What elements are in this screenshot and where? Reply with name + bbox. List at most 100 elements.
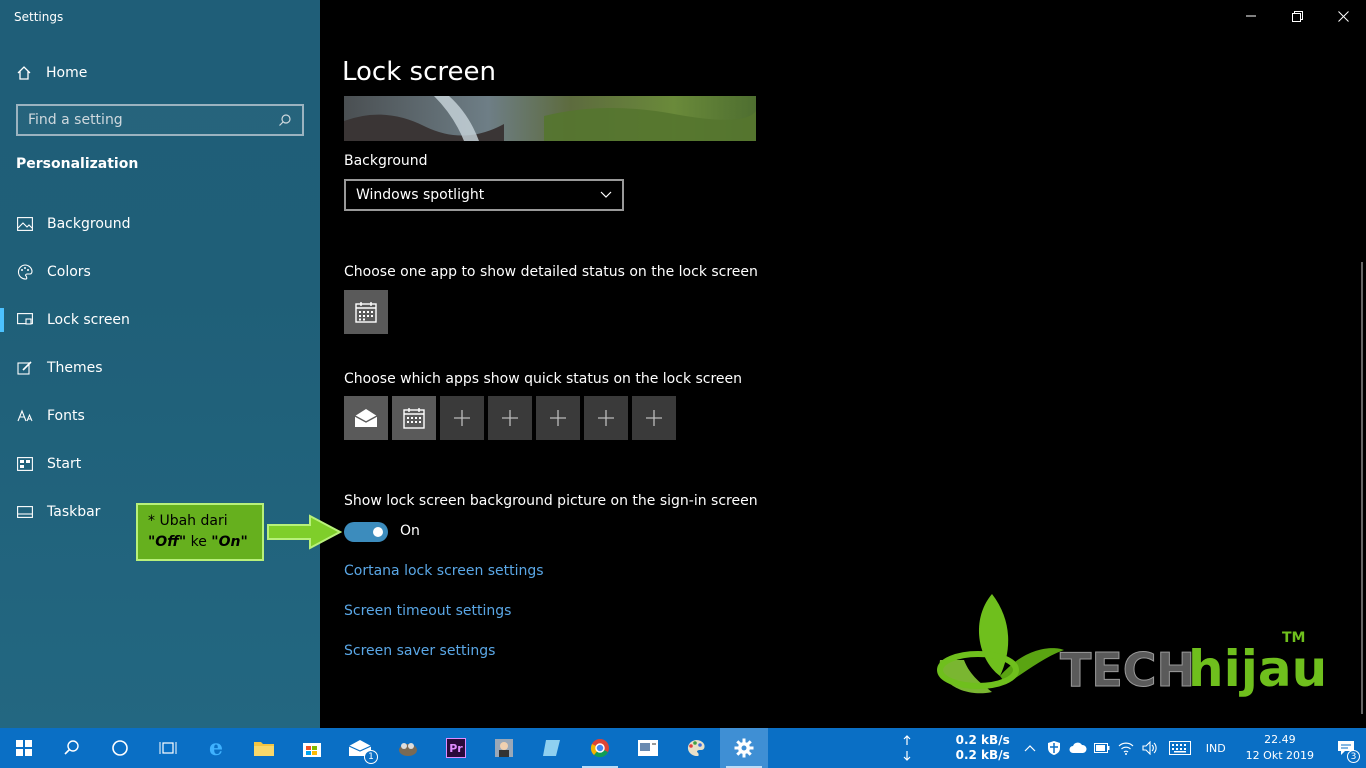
minimize-button[interactable] (1228, 0, 1274, 32)
sidebar-item-colors[interactable]: Colors (0, 248, 320, 296)
sidebar-item-label: Background (47, 216, 131, 232)
edge-button[interactable]: e (192, 728, 240, 768)
app-button[interactable] (480, 728, 528, 768)
edge-icon: e (209, 735, 223, 761)
premiere-button[interactable]: Pr (432, 728, 480, 768)
clock[interactable]: 22.49 12 Okt 2019 (1246, 732, 1314, 764)
sidebar-item-label: Taskbar (47, 504, 101, 520)
store-icon (303, 743, 321, 757)
paint-button[interactable] (672, 728, 720, 768)
sidebar-item-label: Start (47, 456, 82, 472)
sidebar-item-label: Lock screen (47, 312, 130, 328)
keyboard-icon (1168, 741, 1191, 755)
sidebar-item-label: Themes (47, 360, 103, 376)
quick-status-add-button[interactable] (536, 396, 580, 440)
window-controls (1228, 0, 1366, 32)
volume-icon (1142, 741, 1157, 755)
plus-icon (646, 410, 662, 426)
quick-status-calendar-button[interactable] (392, 396, 436, 440)
calendar-icon (403, 408, 425, 429)
task-view-button[interactable] (144, 728, 192, 768)
quick-status-add-button[interactable] (584, 396, 628, 440)
callout-line2: "Off" ke "On" (148, 532, 252, 553)
wifi-tray-button[interactable] (1114, 728, 1138, 768)
defender-tray-button[interactable] (1042, 728, 1066, 768)
gear-icon (734, 738, 754, 758)
home-icon (17, 66, 31, 80)
plus-icon (454, 410, 470, 426)
callout-line1: * Ubah dari (148, 513, 228, 529)
quick-status-add-button[interactable] (440, 396, 484, 440)
language-indicator[interactable]: IND (1206, 742, 1226, 755)
logo-text-hijau: hijau (1188, 640, 1327, 698)
premiere-icon: Pr (446, 738, 466, 758)
taskbar: e 1 Pr 0.2 kB/s 0.2 kB/s IND 22.49 12 Ok… (0, 728, 1366, 768)
chrome-icon (590, 739, 609, 758)
page-title: Lock screen (342, 57, 496, 87)
app-button[interactable] (384, 728, 432, 768)
quick-status-add-button[interactable] (488, 396, 532, 440)
volume-tray-button[interactable] (1138, 728, 1162, 768)
chrome-button[interactable] (576, 728, 624, 768)
system-tray: 0.2 kB/s 0.2 kB/s IND 22.49 12 Okt 2019 … (902, 728, 1366, 768)
search-input[interactable] (28, 112, 278, 128)
sidebar-item-lock-screen[interactable]: Lock screen (0, 296, 320, 344)
callout-off: "Off" (148, 534, 187, 550)
search-icon (64, 740, 79, 755)
show-hidden-icons-button[interactable] (1018, 728, 1042, 768)
sidebar-item-label: Fonts (47, 408, 85, 424)
search-icon[interactable] (278, 113, 292, 127)
screen-saver-settings-link[interactable]: Screen saver settings (344, 643, 495, 659)
cortana-lock-screen-settings-link[interactable]: Cortana lock screen settings (344, 563, 544, 579)
action-center-button[interactable]: 3 (1326, 728, 1366, 768)
minimize-icon (1246, 15, 1256, 17)
font-icon (16, 407, 34, 425)
sidebar-item-background[interactable]: Background (0, 200, 320, 248)
folder-icon (254, 742, 274, 756)
close-button[interactable] (1320, 0, 1366, 32)
gimp-icon (399, 743, 417, 756)
clock-time: 22.49 (1264, 733, 1296, 746)
notes-icon (543, 740, 560, 756)
battery-icon (1093, 743, 1110, 753)
brush-icon (16, 359, 34, 377)
sidebar-item-fonts[interactable]: Fonts (0, 392, 320, 440)
palette-icon (16, 263, 34, 281)
annotation-arrow-icon (267, 514, 342, 550)
home-nav-item[interactable]: Home (16, 62, 87, 84)
notes-button[interactable] (528, 728, 576, 768)
start-button[interactable] (0, 728, 48, 768)
touch-keyboard-button[interactable] (1162, 728, 1198, 768)
net-up-speed: 0.2 kB/s (955, 733, 1010, 747)
cortana-button[interactable] (96, 728, 144, 768)
app-button[interactable] (624, 728, 672, 768)
shield-icon (1047, 741, 1060, 755)
store-button[interactable] (288, 728, 336, 768)
lock-screen-icon (16, 311, 34, 329)
callout-on: "On" (211, 534, 248, 550)
sidebar-item-themes[interactable]: Themes (0, 344, 320, 392)
task-view-icon (159, 742, 177, 754)
mail-taskbar-button[interactable]: 1 (336, 728, 384, 768)
onedrive-tray-button[interactable] (1066, 728, 1090, 768)
chevron-up-icon (1024, 745, 1036, 752)
signin-background-toggle[interactable] (344, 522, 388, 542)
chevron-down-icon (600, 191, 612, 198)
settings-taskbar-button[interactable] (720, 728, 768, 768)
sidebar-item-start[interactable]: Start (0, 440, 320, 488)
scrollbar[interactable] (1361, 262, 1363, 714)
search-taskbar-button[interactable] (48, 728, 96, 768)
detailed-status-app-button[interactable] (344, 290, 388, 334)
screen-timeout-settings-link[interactable]: Screen timeout settings (344, 603, 511, 619)
techhijau-logo: TECH hijau TM (930, 590, 1330, 710)
quick-status-add-button[interactable] (632, 396, 676, 440)
close-icon (1337, 10, 1349, 22)
windows-logo-icon (16, 740, 32, 756)
battery-tray-button[interactable] (1090, 728, 1114, 768)
search-box[interactable] (16, 104, 304, 136)
file-explorer-button[interactable] (240, 728, 288, 768)
background-dropdown[interactable]: Windows spotlight (344, 179, 624, 211)
restore-button[interactable] (1274, 0, 1320, 32)
quick-status-mail-button[interactable] (344, 396, 388, 440)
window-app-icon (638, 740, 658, 756)
